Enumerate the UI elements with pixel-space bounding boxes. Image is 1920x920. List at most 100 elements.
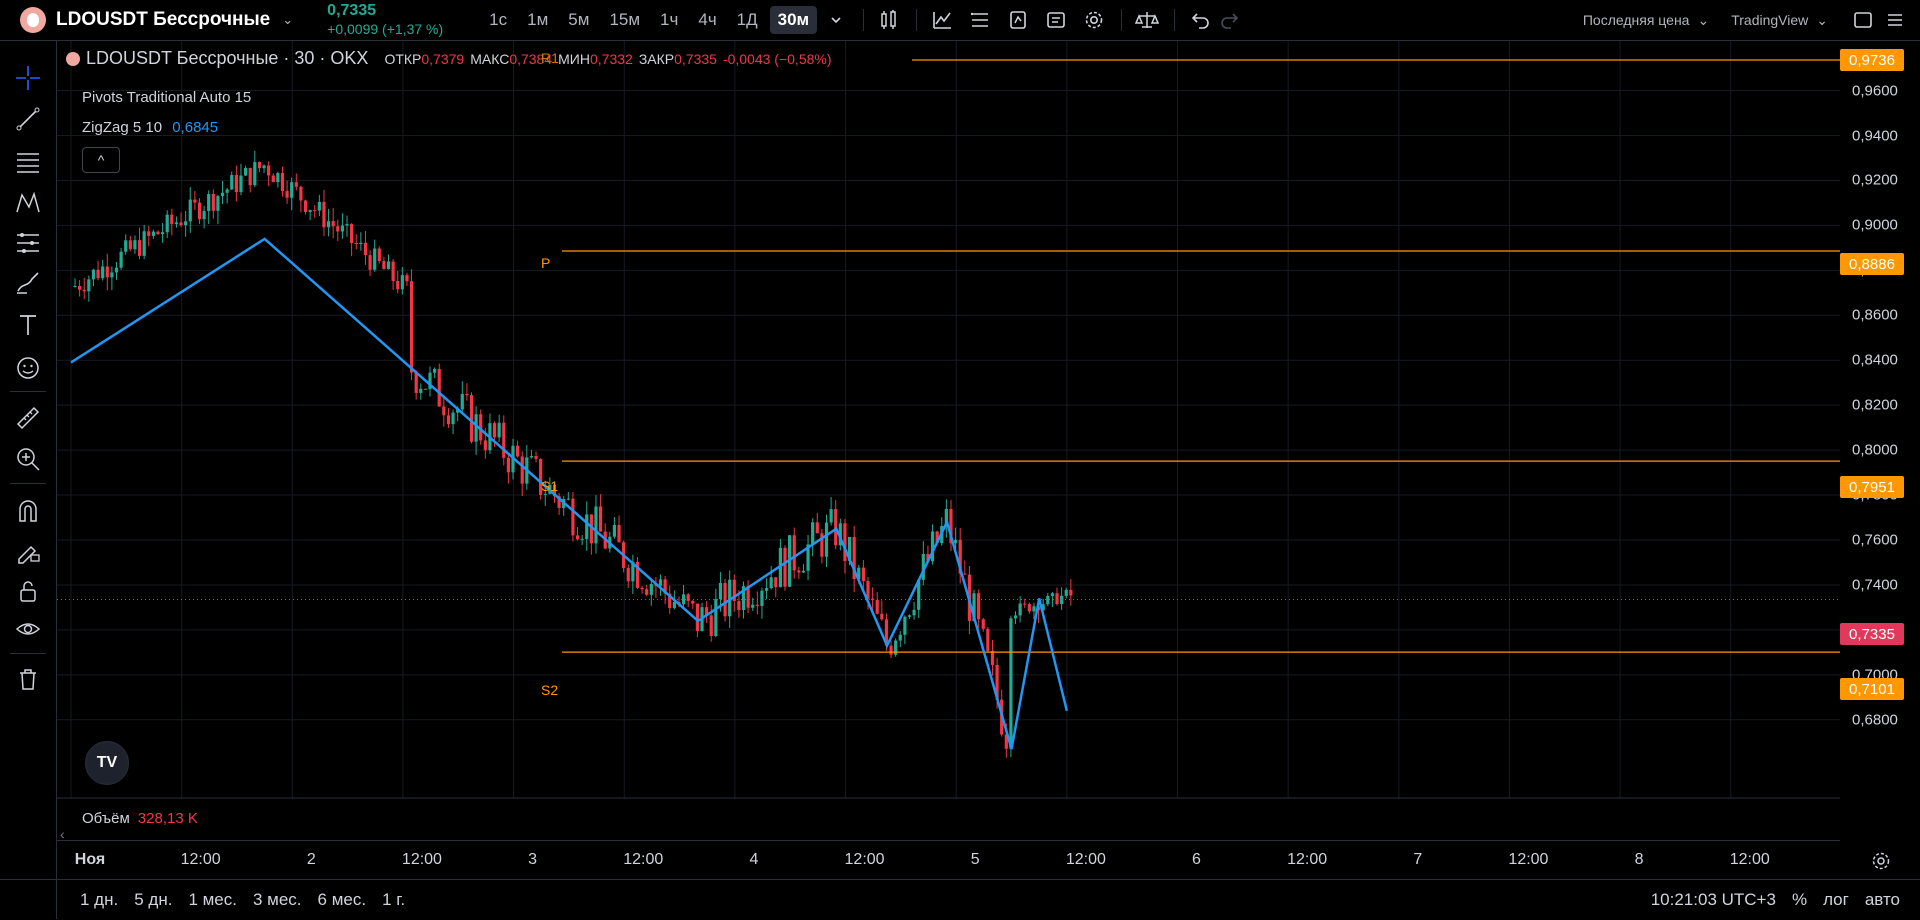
time-tick: 4	[749, 851, 759, 868]
tradingview-logo-icon[interactable]: TV	[85, 741, 129, 785]
candle-body	[1032, 606, 1036, 612]
candle-body	[294, 182, 298, 187]
indicator-zigzag[interactable]: ZigZag 5 10 0,6845	[82, 119, 218, 136]
candle-body	[709, 615, 713, 636]
pivot-p-label: P	[541, 255, 551, 271]
candle-body	[128, 240, 132, 250]
legend-title[interactable]: LDOUSDT Бессрочные · 30 · OKX	[86, 48, 368, 69]
candle-body	[345, 224, 349, 226]
price-tick: 0,9000	[1852, 216, 1898, 234]
indicator-pivots[interactable]: Pivots Traditional Auto 15	[82, 89, 251, 106]
candle-body	[465, 393, 469, 396]
range-1y[interactable]: 1 г.	[382, 890, 405, 910]
candle-body	[400, 275, 404, 290]
open-label: ОТКР	[384, 50, 422, 67]
price-tick: 0,9200	[1852, 171, 1898, 189]
candle-body	[681, 594, 686, 605]
legend-change: -0,0043 (−0,58%)	[722, 50, 832, 67]
candle-body	[626, 567, 630, 582]
candle-body	[460, 393, 464, 410]
time-tick: 8	[1634, 851, 1644, 868]
candle-body	[585, 514, 589, 540]
volume-value: 328,13 K	[137, 810, 198, 827]
price-tick: 0,8200	[1852, 396, 1898, 414]
range-3m[interactable]: 3 мес.	[253, 890, 302, 910]
candle-body	[184, 221, 188, 226]
price-tick: 0,9600	[1852, 82, 1898, 100]
candle-body	[87, 279, 91, 292]
candle-body	[760, 590, 764, 606]
candle-body	[889, 645, 893, 655]
candle-body	[566, 498, 570, 500]
chart-settings-gear-icon[interactable]	[1870, 850, 1892, 872]
candle-body	[529, 456, 534, 458]
time-tick: 5	[970, 851, 980, 868]
price-chart[interactable]	[0, 0, 1920, 919]
ldo-logo-icon	[66, 51, 80, 66]
candle-body	[492, 423, 497, 438]
price-axis[interactable]: 0,96000,94000,92000,90000,88000,86000,84…	[1840, 41, 1920, 840]
candle-body	[156, 231, 160, 235]
candle-body	[271, 175, 275, 183]
candle-body	[290, 182, 294, 198]
candle-body	[903, 616, 907, 635]
candle-body	[308, 210, 312, 213]
time-axis[interactable]: Ноя 12:00 2 12:00 3 12:00 4 12:00 5 12:00 6 12:00 7 1…	[57, 840, 1840, 879]
candle-body	[801, 570, 806, 573]
candle-body	[188, 199, 192, 222]
candle-body	[737, 600, 741, 610]
close-label: ЗАКР	[638, 50, 675, 67]
candle-body	[137, 240, 142, 256]
candle-body	[409, 281, 414, 373]
candle-body	[202, 211, 206, 220]
candle-body	[1023, 603, 1027, 605]
candle-body	[815, 522, 819, 534]
time-tick: 3	[528, 851, 538, 868]
log-toggle[interactable]: лог	[1823, 890, 1849, 910]
candle-body	[502, 422, 506, 458]
price-tick: 0,6800	[1852, 711, 1898, 729]
candle-body	[963, 573, 967, 575]
candle-body	[396, 280, 400, 290]
candle-body	[691, 600, 695, 604]
candle-body	[105, 266, 109, 278]
candle-body	[764, 588, 769, 591]
price-label-s1: 0,7951	[1840, 476, 1904, 498]
bottom-toolbar: 1 дн. 5 дн. 1 мес. 3 мес. 6 мес. 1 г. 10…	[0, 879, 1920, 920]
range-5d[interactable]: 5 дн.	[134, 890, 172, 910]
candle-body	[243, 167, 248, 176]
time-tick: 12:00	[180, 851, 221, 868]
volume-label: Объём	[82, 810, 130, 827]
volume-legend: Объём 328,13 K	[82, 810, 198, 827]
open-value: 0,7379	[421, 50, 465, 67]
time-tick: Ноя	[74, 851, 106, 868]
candle-body	[280, 173, 285, 191]
candle-body	[1046, 595, 1050, 605]
candle-body	[193, 199, 197, 203]
price-tick: 0,7400	[1852, 576, 1898, 594]
auto-toggle[interactable]: авто	[1865, 890, 1900, 910]
price-label-r1: 0,9736	[1840, 49, 1904, 71]
time-tick: 12:00	[844, 851, 885, 868]
candle-body	[1050, 593, 1055, 596]
range-1d[interactable]: 1 дн.	[80, 890, 118, 910]
candle-body	[824, 522, 829, 557]
candle-body	[151, 231, 155, 236]
percent-toggle[interactable]: %	[1792, 890, 1807, 910]
price-tick: 0,9400	[1852, 127, 1898, 144]
collapse-legend-button[interactable]: ^	[82, 147, 120, 173]
time-tick: 12:00	[1287, 851, 1328, 868]
candle-body	[114, 267, 119, 273]
zigzag-name: ZigZag 5 10	[82, 119, 163, 136]
candle-body	[755, 604, 759, 606]
candle-body	[368, 255, 372, 270]
range-1m[interactable]: 1 мес.	[188, 890, 237, 910]
candle-body	[82, 289, 86, 292]
range-6m[interactable]: 6 мес.	[318, 890, 367, 910]
candle-body	[829, 509, 833, 523]
candle-body	[797, 570, 801, 573]
candle-body	[714, 599, 718, 636]
candle-body	[640, 587, 644, 590]
clock[interactable]: 10:21:03 UTC+3	[1651, 890, 1776, 910]
candle-body	[382, 261, 386, 270]
